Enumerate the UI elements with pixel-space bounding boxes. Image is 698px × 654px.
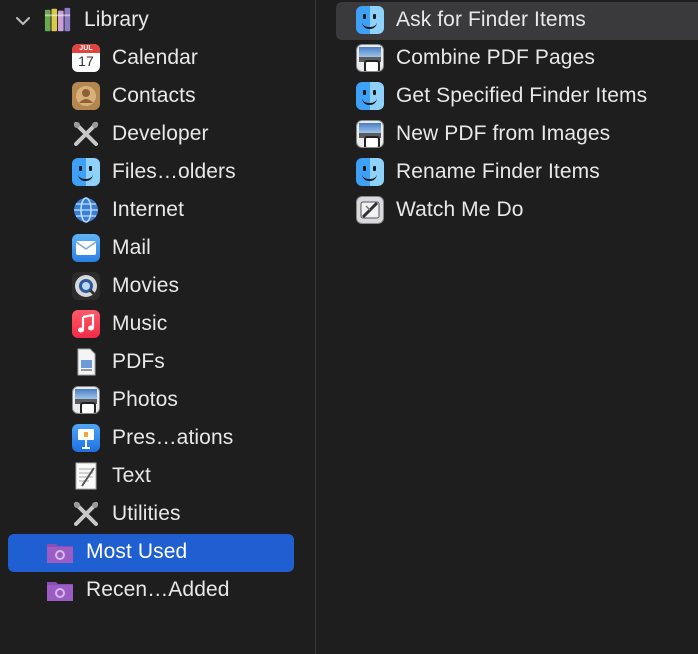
contacts-icon [72,82,100,110]
action-new-pdf-from-images[interactable]: New PDF from Images [356,116,610,152]
finder-icon [72,158,100,186]
action-ask-for-finder-items[interactable]: Ask for Finder Items [356,2,586,38]
sidebar-item-label: Contacts [112,84,196,107]
sidebar-item-music[interactable]: Music [72,306,167,342]
sidebar-item-files-folders[interactable]: Files…olders [72,154,236,190]
finder-icon [356,6,384,34]
calendar-day: 17 [78,53,94,69]
sidebar-item-pdfs[interactable]: PDFs [72,344,165,380]
sidebar-item-label: Mail [112,236,151,259]
action-label: Get Specified Finder Items [396,84,648,107]
sidebar-item-label: Text [112,464,151,487]
sidebar-item-internet[interactable]: Internet [72,192,184,228]
action-get-specified-finder-items[interactable]: Get Specified Finder Items [356,78,647,114]
sidebar-item-utilities[interactable]: Utilities [72,496,181,532]
utilities-tools-icon [72,500,100,528]
sidebar-item-label: Music [112,312,168,335]
sidebar-item-developer[interactable]: Developer [72,116,209,152]
sidebar-item-label: PDFs [112,350,165,373]
sidebar-item-movies[interactable]: Movies [72,268,179,304]
sidebar-item-text[interactable]: Text [72,458,151,494]
action-label: Rename Finder Items [396,160,600,183]
finder-icon [356,158,384,186]
quicktime-icon [72,272,100,300]
sidebar-item-label: Photos [112,388,178,411]
action-label: New PDF from Images [396,122,611,145]
action-rename-finder-items[interactable]: Rename Finder Items [356,154,600,190]
library-books-icon [44,6,72,34]
sidebar-item-label: Files…olders [112,160,236,183]
library-title: Library [84,8,149,31]
sidebar-item-presentations[interactable]: Pres…ations [72,420,233,456]
watch-me-do-icon [356,196,384,224]
sidebar-item-label: Calendar [112,46,199,69]
library-sidebar: Library JUL 17 Calendar Contacts Develop… [0,0,315,654]
action-watch-me-do[interactable]: Watch Me Do [356,192,524,228]
action-label: Ask for Finder Items [396,8,586,31]
music-icon [72,310,100,338]
sidebar-item-label: Utilities [112,502,181,525]
mail-icon [72,234,100,262]
action-combine-pdf-pages[interactable]: Combine PDF Pages [356,40,595,76]
sidebar-item-most-used[interactable]: Most Used [46,534,187,570]
preview-icon [356,44,384,72]
text-document-icon [72,462,100,490]
smart-folder-icon [46,538,74,566]
sidebar-item-contacts[interactable]: Contacts [72,78,196,114]
sidebar-item-label: Developer [112,122,209,145]
calendar-month: JUL [72,44,100,53]
calendar-icon: JUL 17 [72,44,100,72]
keynote-icon [72,424,100,452]
preview-icon [356,120,384,148]
sidebar-item-calendar[interactable]: JUL 17 Calendar [72,40,198,76]
sidebar-item-label: Recen…Added [86,578,230,601]
smart-folder-icon [46,576,74,604]
sidebar-item-label: Internet [112,198,185,221]
action-label: Combine PDF Pages [396,46,595,69]
sidebar-item-recently-added[interactable]: Recen…Added [46,572,230,608]
finder-icon [356,82,384,110]
sidebar-item-label: Pres…ations [112,426,234,449]
sidebar-item-photos[interactable]: Photos [72,382,178,418]
preview-icon [72,386,100,414]
sidebar-item-label: Most Used [86,540,188,563]
developer-tools-icon [72,120,100,148]
sidebar-item-label: Movies [112,274,180,297]
sidebar-item-mail[interactable]: Mail [72,230,151,266]
pdf-document-icon [72,348,100,376]
library-row[interactable]: Library [44,2,149,38]
action-label: Watch Me Do [396,198,524,221]
chevron-down-icon[interactable] [14,12,32,30]
globe-icon [72,196,100,224]
